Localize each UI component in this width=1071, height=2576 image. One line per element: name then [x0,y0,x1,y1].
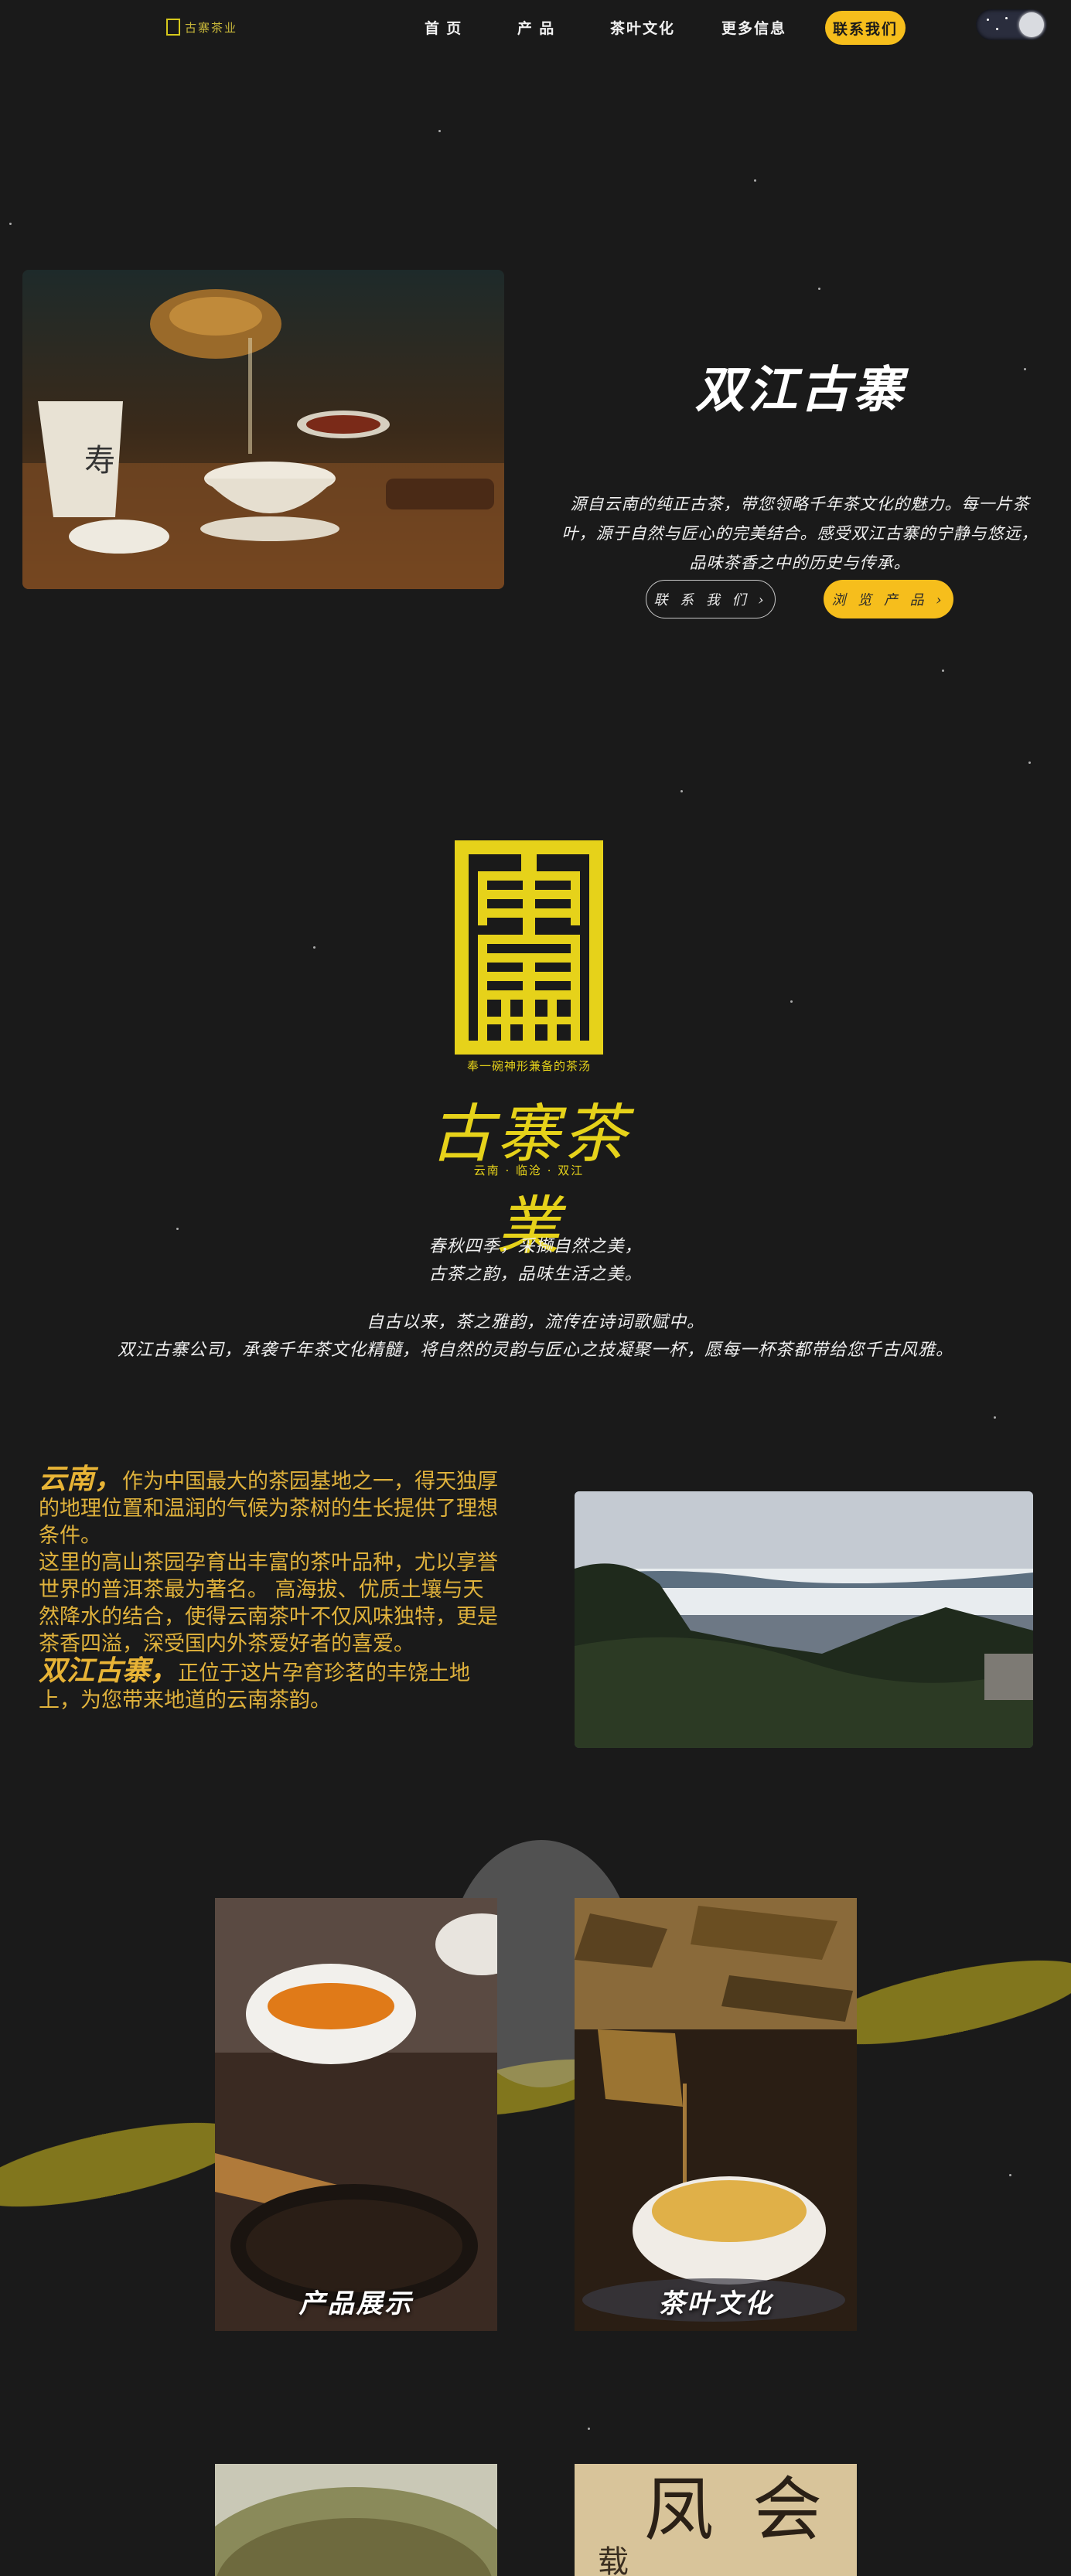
brand-tagline: 奉一碗神形兼备的茶汤 [466,1060,591,1073]
yunnan-paragraph-2: 这里的高山茶园孕育出丰富的茶叶品种，尤以享誉世界的普洱茶最为著名。 高海拔、优质… [39,1551,498,1656]
logo[interactable]: 古寨茶业 [166,17,244,37]
moon-icon [1019,12,1044,37]
poem-line-2: 古茶之韵，品味生活之美。 [428,1265,643,1284]
nav-more-info[interactable]: 更多信息 [721,17,786,38]
svg-text:载: 载 [598,2544,629,2576]
yunnan-heading: 云南， [39,1463,123,1495]
intro-line-2: 双江古寨公司，承袭千年茶文化精髓，将自然的灵韵与匠心之技凝聚一杯，愿每一杯茶都带… [117,1341,953,1360]
tea-culture-label: 茶叶文化 [658,2288,773,2319]
gallery-card-4[interactable]: 凤 会 载 [575,2464,857,2576]
contact-button[interactable]: 联 系 我 们 › [646,580,776,618]
products-card[interactable]: 产品展示 [215,1898,497,2331]
intro-line-1: 自古以来，茶之雅韵，流传在诗词歌赋中。 [366,1313,704,1332]
logo-text: 古寨茶业 [185,20,238,35]
hero-description: 源自云南的纯正古茶，带您领略千年茶文化的魅力。每一片茶叶，源于自然与匠心的完美结… [561,495,1039,572]
svg-text:会: 会 [752,2469,822,2550]
nav-tea-culture[interactable]: 茶叶文化 [610,17,675,38]
yunnan-landscape-image [575,1491,1033,1748]
hero-tea-image: 寿 [22,270,504,589]
hero-title: 双江古寨 [695,360,906,419]
logo-mark-icon [166,19,180,36]
tea-culture-card[interactable]: 茶叶文化 [575,1898,857,2331]
brand-seal-logo [455,840,603,1055]
nav-products[interactable]: 产 品 [517,17,555,38]
shuangjiang-heading: 双江古寨， [39,1654,179,1687]
svg-text:凤: 凤 [644,2469,714,2550]
brand-location: 云南 · 临沧 · 双江 [473,1164,585,1177]
navbar: 古寨茶业 首 页 产 品 茶叶文化 更多信息 联系我们 [0,0,1071,54]
dark-mode-toggle[interactable] [976,9,1047,40]
browse-products-button[interactable]: 浏 览 产 品 › [824,580,953,618]
svg-text:寿: 寿 [84,443,115,479]
yunnan-description: 云南，作为中国最大的茶园基地之一，得天独厚的地理位置和温润的气候为茶树的生长提供… [39,1463,503,1714]
gold-dust-decoration [0,1825,1071,2288]
products-label: 产品展示 [298,2288,414,2319]
gallery-card-3[interactable] [215,2464,497,2576]
poem-line-1: 春秋四季，采撷自然之美， [428,1237,643,1256]
contact-us-button[interactable]: 联系我们 [825,11,906,45]
nav-home[interactable]: 首 页 [425,17,462,38]
